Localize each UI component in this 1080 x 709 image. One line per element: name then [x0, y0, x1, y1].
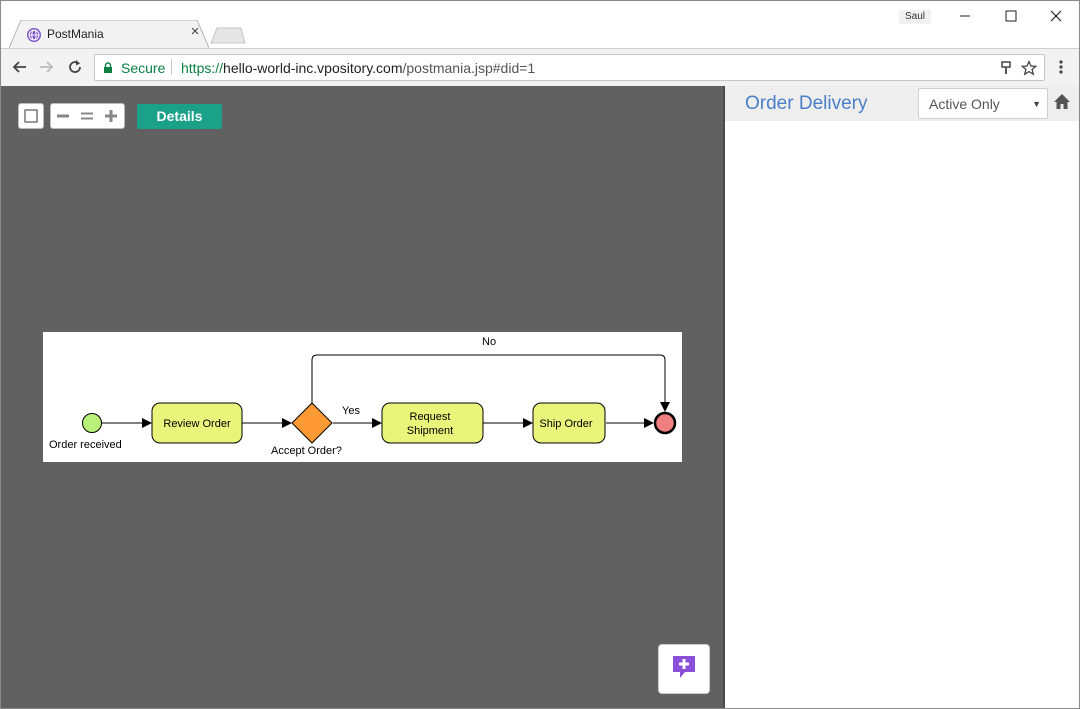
add-comment-icon: [671, 654, 697, 685]
reload-icon[interactable]: [65, 57, 85, 77]
tab-title: PostMania: [47, 27, 104, 41]
back-arrow-icon[interactable]: [9, 57, 29, 77]
side-panel: Order Delivery Active Only ▼: [725, 86, 1079, 708]
globe-icon: [26, 27, 42, 43]
details-button[interactable]: Details: [137, 104, 222, 129]
task-request-label-1: Request: [410, 411, 451, 423]
lock-icon: [103, 61, 113, 79]
add-comment-button[interactable]: [658, 644, 710, 694]
task-request-shipment[interactable]: [381, 402, 484, 444]
flow-no[interactable]: [311, 354, 670, 412]
browser-toolbar: Secure https://hello-world-inc.vpository…: [1, 48, 1079, 87]
profile-badge[interactable]: Saul: [899, 10, 932, 24]
url-scheme: https://: [181, 60, 224, 76]
panel-header: Order Delivery Active Only ▼: [725, 86, 1079, 121]
status-filter-select[interactable]: Active Only ▼: [918, 88, 1048, 119]
divider: [171, 59, 172, 75]
panel-title: Order Delivery: [745, 93, 868, 114]
zoom-fit-icon[interactable]: [18, 103, 44, 129]
tab-strip: PostMania × Saul: [1, 1, 1079, 48]
url-text[interactable]: https://hello-world-inc.vpository.com/po…: [181, 60, 535, 76]
security-label: Secure: [121, 60, 166, 76]
chevron-down-icon: ▼: [1032, 99, 1041, 109]
browser-tab[interactable]: PostMania ×: [9, 20, 209, 48]
start-label: Order received: [49, 439, 122, 451]
key-icon[interactable]: [998, 60, 1014, 76]
end-event[interactable]: [653, 411, 677, 435]
task-review-label: Review Order: [163, 418, 231, 430]
start-event[interactable]: [82, 413, 102, 433]
zoom-in-icon[interactable]: [99, 104, 123, 128]
address-bar[interactable]: Secure https://hello-world-inc.vpository…: [94, 54, 1045, 81]
new-tab-button[interactable]: [209, 27, 247, 44]
gateway-accept-order[interactable]: [291, 402, 333, 444]
zoom-out-icon[interactable]: [51, 104, 75, 128]
flow-no-label: No: [482, 336, 496, 348]
browser-window: PostMania × Saul Secure https://hello-wo…: [0, 0, 1080, 709]
bookmark-star-icon[interactable]: [1021, 60, 1037, 76]
minimize-icon[interactable]: [942, 1, 988, 31]
url-host: hello-world-inc.vpository.com: [223, 60, 403, 76]
tab-close-icon[interactable]: ×: [187, 24, 203, 40]
diagram-canvas[interactable]: Details Order received Review Order Acce…: [1, 86, 723, 708]
flow-yes-label: Yes: [342, 405, 360, 417]
zoom-controls: [50, 103, 125, 129]
process-diagram: Order received Review Order Accept Order…: [43, 332, 682, 462]
maximize-icon[interactable]: [988, 1, 1034, 31]
gateway-label: Accept Order?: [271, 445, 342, 457]
task-ship-label: Ship Order: [539, 418, 593, 430]
url-path: /postmania.jsp#did=1: [402, 60, 536, 76]
kebab-menu-icon[interactable]: [1053, 57, 1069, 77]
task-request-label-2: Shipment: [407, 425, 453, 437]
close-icon[interactable]: [1033, 1, 1079, 31]
filter-selected-value: Active Only: [929, 96, 1000, 112]
bpmn-svg: Order received Review Order Accept Order…: [49, 336, 677, 457]
forward-arrow-icon[interactable]: [37, 57, 57, 77]
home-icon[interactable]: [1053, 93, 1071, 111]
zoom-reset-icon[interactable]: [75, 104, 99, 128]
